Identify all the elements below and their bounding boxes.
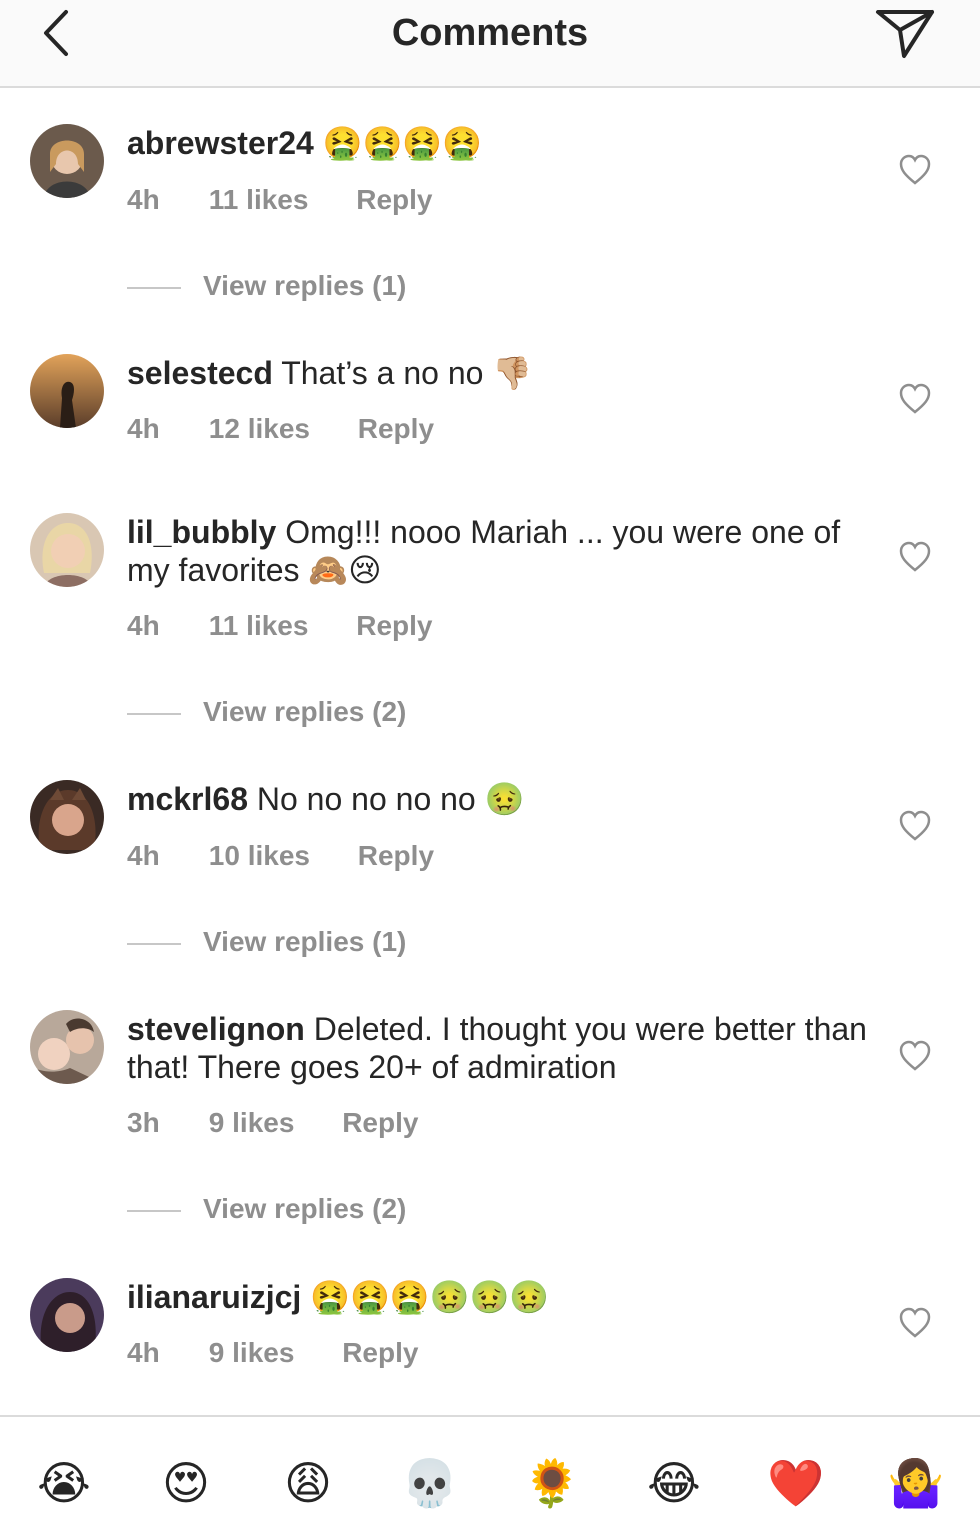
- comment-likes[interactable]: 10 likes: [209, 840, 310, 872]
- like-button[interactable]: [898, 383, 932, 415]
- avatar[interactable]: [30, 124, 104, 198]
- comment-username[interactable]: mckrl68: [127, 781, 248, 817]
- view-replies-label: View replies (2): [203, 696, 407, 727]
- replies-divider: [127, 286, 181, 289]
- comment-likes[interactable]: 11 likes: [209, 184, 309, 216]
- avatar[interactable]: [30, 1278, 104, 1352]
- comment-username[interactable]: ilianaruizjcj: [127, 1279, 301, 1315]
- comment-meta: 4h 11 likes Reply: [127, 610, 432, 642]
- comment-time: 4h: [127, 610, 160, 641]
- emoji-tears-of-joy[interactable]: 😂: [644, 1453, 704, 1513]
- replies-divider: [127, 942, 181, 945]
- view-replies-button[interactable]: View replies (1): [127, 270, 406, 302]
- paper-plane-icon: [876, 10, 934, 58]
- comment-body: stevelignon Deleted. I thought you were …: [127, 1010, 867, 1086]
- comment-likes[interactable]: 11 likes: [209, 610, 309, 642]
- view-replies-button[interactable]: View replies (2): [127, 696, 406, 728]
- comment-body: lil_bubbly Omg!!! nooo Mariah ... you we…: [127, 513, 867, 589]
- reply-button[interactable]: Reply: [358, 413, 434, 445]
- comment-time: 4h: [127, 184, 160, 215]
- comment-body: ilianaruizjcj 🤮🤮🤮🤢🤢🤢: [127, 1278, 867, 1316]
- heart-outline-icon: [899, 383, 931, 414]
- comment-meta: 4h 9 likes Reply: [127, 1337, 418, 1369]
- comment-meta: 4h 11 likes Reply: [127, 184, 432, 216]
- emoji-sunflower[interactable]: 🌻: [522, 1453, 582, 1513]
- emoji-quick-bar: 😭 😍 😩 💀 🌻 😂 ❤️ 🤷‍♀️: [0, 1415, 980, 1532]
- comment-text: 🤮🤮🤮🤮: [322, 124, 483, 162]
- comment-meta: 4h 10 likes Reply: [127, 840, 434, 872]
- view-replies-label: View replies (1): [203, 270, 407, 301]
- avatar[interactable]: [30, 513, 104, 587]
- avatar[interactable]: [30, 1010, 104, 1084]
- reply-button[interactable]: Reply: [342, 1107, 418, 1139]
- reply-button[interactable]: Reply: [358, 840, 434, 872]
- comment-username[interactable]: abrewster24: [127, 125, 314, 161]
- emoji-weary[interactable]: 😩: [278, 1453, 338, 1513]
- avatar[interactable]: [30, 780, 104, 854]
- avatar[interactable]: [30, 354, 104, 428]
- comment-body: selestecd That’s a no no 👎🏼: [127, 354, 867, 392]
- comment-username[interactable]: selestecd: [127, 355, 273, 391]
- view-replies-button[interactable]: View replies (2): [127, 1193, 406, 1225]
- like-button[interactable]: [898, 154, 932, 186]
- emoji-loudly-crying[interactable]: 😭: [34, 1453, 94, 1513]
- comment-time: 4h: [127, 413, 160, 444]
- comment-likes[interactable]: 12 likes: [209, 413, 310, 445]
- header-bar: Comments: [0, 0, 980, 88]
- comment-meta: 4h 12 likes Reply: [127, 413, 434, 445]
- comment-time: 4h: [127, 840, 160, 871]
- heart-outline-icon: [899, 1307, 931, 1338]
- reply-button[interactable]: Reply: [342, 1337, 418, 1369]
- like-button[interactable]: [898, 810, 932, 842]
- share-button[interactable]: [872, 4, 936, 60]
- comment-body: abrewster24 🤮🤮🤮🤮: [127, 124, 867, 162]
- comment-likes[interactable]: 9 likes: [209, 1107, 295, 1139]
- comment-time: 4h: [127, 1337, 160, 1368]
- emoji-woman-shrugging[interactable]: 🤷‍♀️: [886, 1453, 946, 1513]
- view-replies-button[interactable]: View replies (1): [127, 926, 406, 958]
- comment-text: No no no no no 🤢: [256, 781, 525, 817]
- view-replies-label: View replies (1): [203, 926, 407, 957]
- heart-outline-icon: [899, 810, 931, 841]
- comment-likes[interactable]: 9 likes: [209, 1337, 295, 1369]
- emoji-skull[interactable]: 💀: [400, 1453, 460, 1513]
- comment-username[interactable]: lil_bubbly: [127, 514, 276, 550]
- replies-divider: [127, 1209, 181, 1212]
- comment-body: mckrl68 No no no no no 🤢: [127, 780, 867, 818]
- view-replies-label: View replies (2): [203, 1193, 407, 1224]
- like-button[interactable]: [898, 541, 932, 573]
- replies-divider: [127, 712, 181, 715]
- comment-username[interactable]: stevelignon: [127, 1011, 305, 1047]
- comment-text: 🤮🤮🤮🤢🤢🤢: [310, 1278, 550, 1316]
- emoji-red-heart[interactable]: ❤️: [766, 1453, 826, 1513]
- comment-meta: 3h 9 likes Reply: [127, 1107, 418, 1139]
- page-title: Comments: [391, 12, 589, 54]
- comment-time: 3h: [127, 1107, 160, 1138]
- heart-outline-icon: [899, 541, 931, 572]
- emoji-heart-eyes[interactable]: 😍: [156, 1453, 216, 1513]
- like-button[interactable]: [898, 1040, 932, 1072]
- like-button[interactable]: [898, 1307, 932, 1339]
- heart-outline-icon: [899, 1040, 931, 1071]
- heart-outline-icon: [899, 154, 931, 185]
- comment-text: That’s a no no 👎🏼: [281, 355, 533, 391]
- reply-button[interactable]: Reply: [356, 610, 432, 642]
- reply-button[interactable]: Reply: [356, 184, 432, 216]
